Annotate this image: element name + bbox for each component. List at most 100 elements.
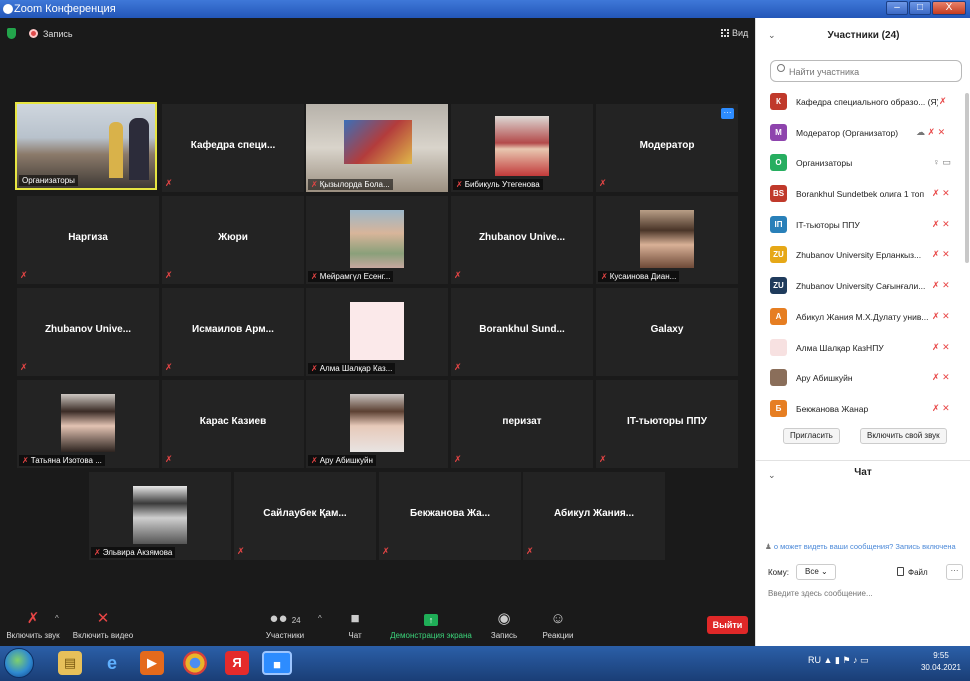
participant-row[interactable]: А Абикул Жания М.Х.Дулату унив... ✗ ✕ <box>756 303 970 334</box>
participants-panel-title: Участники (24) <box>827 30 900 41</box>
audio-options-caret-icon[interactable]: ^ <box>55 614 59 623</box>
zoom-taskbar-icon[interactable]: ■ <box>262 651 292 675</box>
mic-muted-icon: ✗ <box>932 218 940 229</box>
video-tile[interactable]: Организаторы <box>15 102 157 190</box>
video-tile[interactable]: Borankhul Sund... ✗ <box>451 288 593 376</box>
participants-options-caret-icon[interactable]: ^ <box>318 614 322 623</box>
video-tile[interactable]: Zhubanov Unive... ✗ <box>17 288 159 376</box>
chat-bubble-icon: ■ <box>350 610 360 627</box>
mic-muted-icon: ✗ <box>165 270 173 280</box>
video-tile[interactable]: Бекжанова Жа... ✗ <box>379 472 521 560</box>
chat-recording-notice[interactable]: ♟ о может видеть ваши сообщения? Запись … <box>765 542 970 551</box>
backdrop-painting <box>344 120 412 164</box>
participant-name: IT-тьюторы ППУ <box>796 219 860 230</box>
video-tile[interactable]: Zhubanov Unive... ✗ <box>451 196 593 284</box>
language-indicator[interactable]: RU <box>808 655 821 665</box>
video-tile[interactable]: Карас Казиев ✗ <box>162 380 304 468</box>
mic-muted-icon: ✗ <box>26 610 40 627</box>
participant-name: Zhubanov University Ерланкыз... <box>796 250 922 261</box>
participant-row[interactable]: BS Borankhul Sundetbek олига 1 топ ✗ ✕ <box>756 180 970 211</box>
window-controls: – □ X <box>885 1 966 15</box>
video-tile[interactable]: Наргиза ✗ <box>17 196 159 284</box>
video-tile[interactable]: ✗ Алма Шалқар Каз... <box>306 288 448 376</box>
security-shield-icon[interactable] <box>7 28 16 39</box>
internet-explorer-icon[interactable]: e <box>100 651 124 675</box>
participant-row[interactable]: IП IT-тьюторы ППУ ✗ ✕ <box>756 211 970 242</box>
video-tile[interactable]: ✗ Кусаинова Диан... <box>596 196 738 284</box>
chrome-icon[interactable] <box>183 651 207 675</box>
close-button[interactable]: X <box>932 1 966 15</box>
chat-more-button[interactable]: ··· <box>946 564 963 580</box>
chat-message-input[interactable] <box>768 586 963 600</box>
video-tile[interactable]: ✗ Татьяна Изотова ... <box>17 380 159 468</box>
invite-button[interactable]: Пригласить <box>783 428 840 444</box>
view-button[interactable]: Вид <box>721 28 748 38</box>
participant-row[interactable]: ZU Zhubanov University Ерланкыз... ✗ ✕ <box>756 241 970 272</box>
video-tile[interactable]: Абикул Жания... ✗ <box>523 472 665 560</box>
participant-avatar: К <box>770 93 787 110</box>
participant-list-scrollbar[interactable] <box>965 93 969 263</box>
participant-row[interactable]: Алма Шалқар КазНПУ ✗ ✕ <box>756 334 970 365</box>
system-clock[interactable]: 9:55 30.04.2021 <box>916 650 966 674</box>
participant-row[interactable]: О Организаторы ♀ ▭ <box>756 149 970 180</box>
unmute-button[interactable]: ✗ Включить звук <box>4 610 62 640</box>
video-tile[interactable]: ✗ Мейрамгүл Есенг... <box>306 196 448 284</box>
maximize-button[interactable]: □ <box>909 1 931 15</box>
file-explorer-icon[interactable]: ▤ <box>58 651 82 675</box>
video-tile[interactable]: Исмаилов Арм... ✗ <box>162 288 304 376</box>
volume-icon[interactable]: ♪ <box>853 655 858 665</box>
mic-muted-icon: ✗ <box>939 96 947 106</box>
share-screen-button[interactable]: ↑ Демонстрация экрана <box>386 610 476 640</box>
participant-search[interactable] <box>770 60 962 82</box>
camera-off-icon: ✕ <box>96 610 110 627</box>
record-button[interactable]: ◉ Запись <box>487 610 521 640</box>
mic-muted-icon: ✗ <box>311 272 318 281</box>
tile-name: ✗ Татьяна Изотова ... <box>19 455 105 466</box>
participant-row[interactable]: Ару Абишкуйн ✗ ✕ <box>756 364 970 395</box>
flag-icon[interactable]: ⚑ <box>842 655 850 665</box>
chat-button[interactable]: ■ Чат <box>340 610 370 640</box>
mic-muted-icon: ✗ <box>932 402 940 413</box>
participant-row[interactable]: Б Бекжанова Жанар ✗ ✕ <box>756 395 970 426</box>
chat-recipient-select[interactable]: Все ⌄ <box>796 564 836 580</box>
unmute-myself-button[interactable]: Включить свой звук <box>860 428 947 444</box>
participant-avatar: М <box>770 123 787 141</box>
reactions-button[interactable]: ☺ Реакции <box>540 610 576 640</box>
video-tile[interactable]: Кафедра специ... ✗ <box>162 104 304 192</box>
participant-row[interactable]: К Кафедра специального образо... (Я) ✗ <box>756 88 970 119</box>
participant-row[interactable]: ZU Zhubanov University Сағынғали... ✗ ✕ <box>756 272 970 303</box>
tray-app-icon[interactable]: ▮ <box>835 655 840 665</box>
video-tile[interactable]: IT-тьюторы ППУ ✗ <box>596 380 738 468</box>
tray-expand-icon[interactable]: ▲ <box>824 655 833 665</box>
participant-status-icons: ✗ <box>939 96 947 107</box>
video-tile[interactable]: ✗ Бибикуль Утегенова <box>451 104 593 192</box>
minimize-button[interactable]: – <box>886 1 908 15</box>
video-tile[interactable]: Жюри ✗ <box>162 196 304 284</box>
video-tile[interactable]: ✗ Қызылорда Бола... <box>306 104 448 192</box>
participants-button[interactable]: ●● 24 Участники <box>262 610 308 640</box>
leave-meeting-button[interactable]: Выйти <box>707 616 748 634</box>
video-tile[interactable]: Модератор ✗ <box>596 104 738 192</box>
record-icon: ◉ <box>497 610 511 627</box>
camera-off-icon: ✕ <box>942 341 950 352</box>
video-tile[interactable]: Galaxy <box>596 288 738 376</box>
media-player-icon[interactable]: ▶ <box>140 651 164 675</box>
chat-panel-title: Чат <box>854 467 872 478</box>
chat-file-button[interactable]: Файл <box>897 567 928 577</box>
start-button[interactable] <box>4 648 34 678</box>
participant-search-input[interactable] <box>789 64 959 79</box>
tile-name: ✗ Ару Абишкуйн <box>308 455 376 466</box>
search-icon <box>777 64 785 72</box>
video-tile[interactable]: Сайлаубек Қам... ✗ <box>234 472 376 560</box>
yandex-browser-icon[interactable]: Я <box>225 651 249 675</box>
participant-avatar: IП <box>770 215 787 233</box>
video-tile[interactable]: ✗ Эльвира Акзямова <box>89 472 231 560</box>
network-icon[interactable]: ▭ <box>860 655 869 665</box>
video-tile[interactable]: перизат ✗ <box>451 380 593 468</box>
share-screen-icon: ↑ <box>386 610 476 628</box>
start-video-button[interactable]: ✕ Включить видео <box>70 610 136 640</box>
participant-photo <box>61 394 115 452</box>
participant-row[interactable]: М Модератор (Организатор) ☁ ✗ ✕ <box>756 119 970 150</box>
video-tile[interactable]: ✗ Ару Абишкуйн <box>306 380 448 468</box>
tile-more-options-button[interactable]: ··· <box>721 108 734 119</box>
